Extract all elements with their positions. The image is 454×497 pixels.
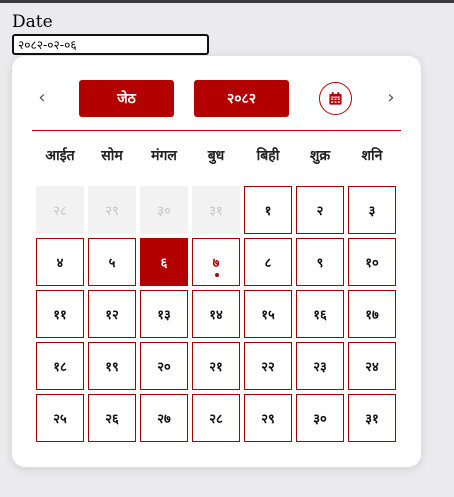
day-label: २५ bbox=[53, 412, 67, 427]
day-cell[interactable]: ८ bbox=[244, 238, 292, 286]
day-cell[interactable]: १२ bbox=[88, 290, 136, 338]
day-cell[interactable]: ३१ bbox=[348, 394, 396, 442]
day-label: १७ bbox=[365, 308, 379, 323]
day-label: २९ bbox=[105, 204, 119, 219]
weekday-header: सोम bbox=[101, 148, 123, 164]
day-label: १२ bbox=[105, 308, 119, 323]
day-label: ३१ bbox=[209, 204, 223, 219]
day-label: ५ bbox=[108, 256, 116, 271]
day-cell-selected[interactable]: ६ bbox=[140, 238, 188, 286]
day-cell[interactable]: २५ bbox=[36, 394, 84, 442]
day-label: ४ bbox=[56, 256, 64, 271]
day-label: ३० bbox=[157, 204, 171, 219]
day-cell[interactable]: १४ bbox=[192, 290, 240, 338]
day-label: १० bbox=[365, 256, 379, 271]
next-month-button[interactable]: › bbox=[381, 86, 401, 108]
day-cell[interactable]: १५ bbox=[244, 290, 292, 338]
day-cell-outside: २९ bbox=[88, 186, 136, 234]
day-cell[interactable]: ५ bbox=[88, 238, 136, 286]
chevron-left-icon: ‹ bbox=[38, 86, 46, 108]
day-label: १६ bbox=[313, 308, 327, 323]
day-label: ८ bbox=[264, 256, 272, 271]
weekday-header: शुक्र bbox=[309, 148, 331, 164]
date-field-label: Date bbox=[12, 12, 53, 32]
day-label: २० bbox=[157, 360, 171, 375]
day-label: २७ bbox=[157, 412, 171, 427]
day-cell[interactable]: ९ bbox=[296, 238, 344, 286]
day-label: ७ bbox=[212, 256, 220, 271]
day-label: ३१ bbox=[365, 412, 379, 427]
day-cell[interactable]: ११ bbox=[36, 290, 84, 338]
chevron-right-icon: › bbox=[387, 86, 395, 108]
day-cell-today[interactable]: ७ bbox=[192, 238, 240, 286]
day-cell[interactable]: २२ bbox=[244, 342, 292, 390]
day-label: २९ bbox=[261, 412, 275, 427]
day-label: ६ bbox=[160, 256, 168, 271]
day-label: १३ bbox=[157, 308, 171, 323]
day-label: २२ bbox=[261, 360, 275, 375]
day-label: ९ bbox=[316, 256, 324, 271]
day-label: १४ bbox=[209, 308, 223, 323]
day-label: २ bbox=[316, 204, 324, 219]
weekday-header: बुध bbox=[207, 148, 225, 164]
today-button[interactable] bbox=[319, 82, 352, 115]
day-cell[interactable]: २७ bbox=[140, 394, 188, 442]
day-label: ३ bbox=[368, 204, 376, 219]
weekday-header: आईत bbox=[45, 148, 75, 164]
weekday-header: मंगल bbox=[151, 148, 177, 164]
weekday-header: शनि bbox=[361, 148, 383, 164]
weekday-header: बिही bbox=[256, 148, 280, 164]
calendar-popup: ‹ जेठ २०८२ › आईत सोम मंगल बुध बिही शुक्र शनि २… bbox=[12, 56, 421, 467]
date-input[interactable] bbox=[12, 34, 209, 55]
browser-top-edge bbox=[0, 0, 454, 3]
day-cell[interactable]: ४ bbox=[36, 238, 84, 286]
day-label: ११ bbox=[53, 308, 67, 323]
day-label: ३० bbox=[313, 412, 327, 427]
day-label: २६ bbox=[105, 412, 119, 427]
day-cell[interactable]: २ bbox=[296, 186, 344, 234]
header-divider bbox=[32, 130, 401, 131]
day-cell[interactable]: २६ bbox=[88, 394, 136, 442]
day-cell[interactable]: ३० bbox=[296, 394, 344, 442]
day-label: १८ bbox=[53, 360, 67, 375]
day-cell[interactable]: १८ bbox=[36, 342, 84, 390]
day-label: १ bbox=[264, 204, 272, 219]
day-cell[interactable]: १९ bbox=[88, 342, 136, 390]
day-label: २४ bbox=[365, 360, 379, 375]
day-cell[interactable]: १ bbox=[244, 186, 292, 234]
calendar-icon bbox=[329, 91, 342, 105]
day-cell[interactable]: २८ bbox=[192, 394, 240, 442]
day-cell[interactable]: २० bbox=[140, 342, 188, 390]
day-cell[interactable]: २१ bbox=[192, 342, 240, 390]
day-cell-outside: ३० bbox=[140, 186, 188, 234]
day-cell[interactable]: १३ bbox=[140, 290, 188, 338]
day-label: २८ bbox=[209, 412, 223, 427]
day-label: २१ bbox=[209, 360, 223, 375]
day-label: १५ bbox=[261, 308, 275, 323]
prev-month-button[interactable]: ‹ bbox=[32, 86, 52, 108]
day-label: २३ bbox=[313, 360, 327, 375]
year-select-button[interactable]: २०८२ bbox=[194, 80, 289, 117]
day-cell[interactable]: २४ bbox=[348, 342, 396, 390]
day-cell-outside: ३१ bbox=[192, 186, 240, 234]
today-marker-dot bbox=[215, 273, 219, 277]
day-cell[interactable]: २३ bbox=[296, 342, 344, 390]
day-cell[interactable]: १७ bbox=[348, 290, 396, 338]
day-label: २८ bbox=[53, 204, 67, 219]
day-cell[interactable]: २९ bbox=[244, 394, 292, 442]
day-label: १९ bbox=[105, 360, 119, 375]
month-select-button[interactable]: जेठ bbox=[79, 80, 174, 117]
day-cell[interactable]: १६ bbox=[296, 290, 344, 338]
day-cell[interactable]: ३ bbox=[348, 186, 396, 234]
day-cell-outside: २८ bbox=[36, 186, 84, 234]
day-cell[interactable]: १० bbox=[348, 238, 396, 286]
